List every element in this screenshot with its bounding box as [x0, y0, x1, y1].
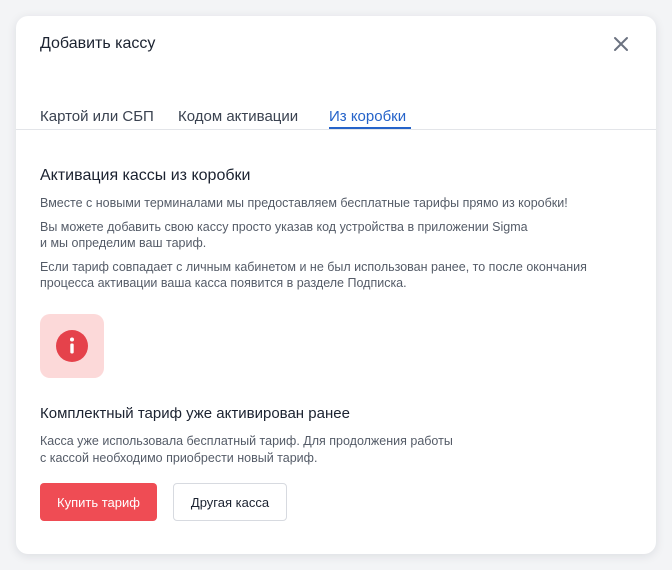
- notice-text: Касса уже использовала бесплатный тариф.…: [40, 434, 453, 465]
- info-icon: [56, 330, 88, 362]
- close-button[interactable]: [612, 35, 630, 53]
- add-register-modal: Добавить кассу Картой или СБП Кодом акти…: [16, 16, 656, 554]
- active-tab-indicator: [329, 127, 411, 129]
- tab-card-sbp[interactable]: Картой или СБП: [40, 108, 154, 126]
- out-of-box-section: Активация кассы из коробки Вместе с новы…: [40, 166, 632, 299]
- tab-bar: Картой или СБП Кодом активации Из коробк…: [16, 72, 656, 130]
- section-paragraph: Вы можете добавить свою кассу просто ука…: [40, 220, 528, 250]
- buy-tariff-button[interactable]: Купить тариф: [40, 483, 157, 521]
- section-paragraph: Вместе с новыми терминалами мы предостав…: [40, 196, 568, 210]
- modal-title: Добавить кассу: [40, 35, 156, 52]
- notice-title: Комплектный тариф уже активирован ранее: [40, 405, 350, 422]
- tab-out-of-box[interactable]: Из коробки: [329, 108, 406, 126]
- modal-header: Добавить кассу: [16, 16, 656, 72]
- tab-activation-code[interactable]: Кодом активации: [178, 108, 298, 126]
- notice-icon-box: [40, 314, 104, 378]
- other-register-button[interactable]: Другая касса: [173, 483, 287, 521]
- section-title: Активация кассы из коробки: [40, 167, 251, 184]
- section-paragraph: Если тариф совпадает с личным кабинетом …: [40, 260, 587, 290]
- close-icon: [614, 37, 628, 51]
